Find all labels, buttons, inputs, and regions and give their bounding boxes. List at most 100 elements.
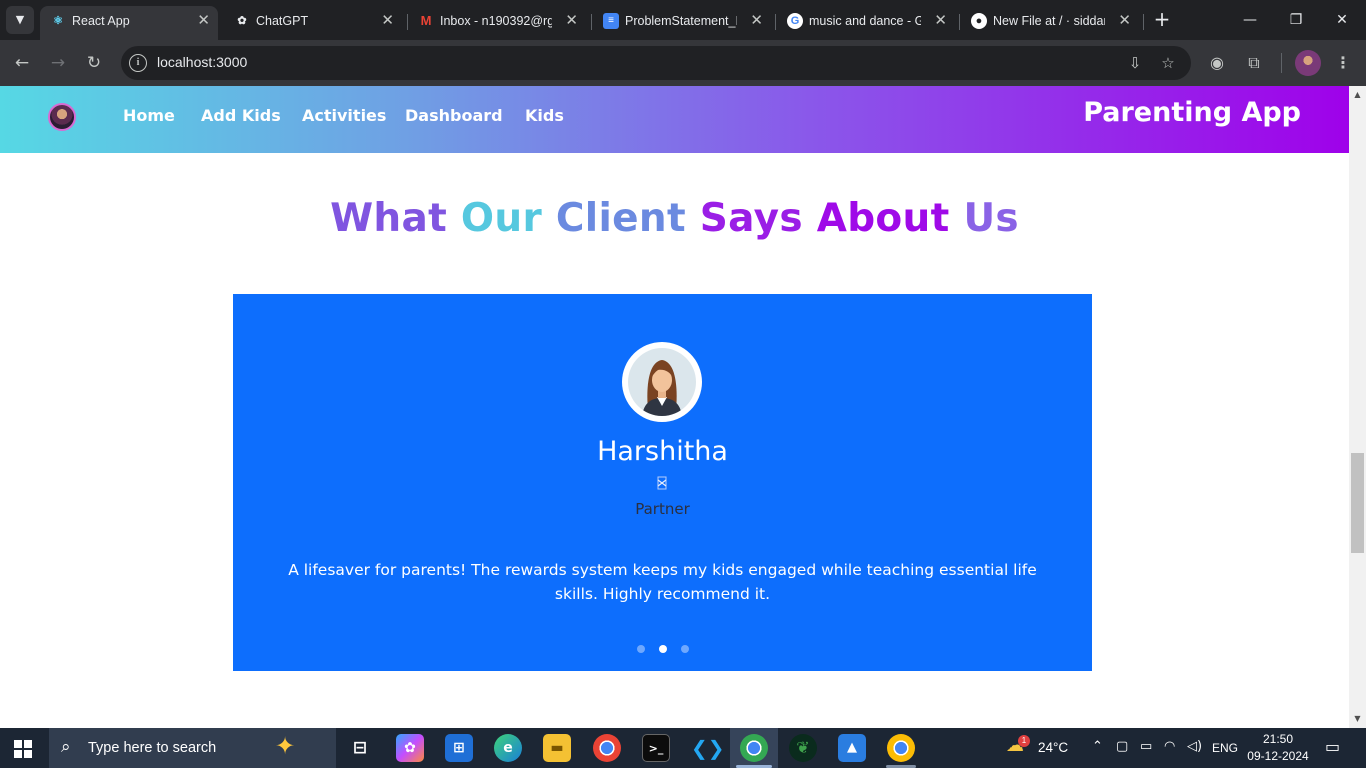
tab-title: ChatGPT xyxy=(256,14,309,28)
close-icon[interactable]: ✕ xyxy=(565,12,578,30)
chrome-profile-icon[interactable] xyxy=(740,734,768,762)
github-icon: ● xyxy=(971,13,987,29)
tab-google-search[interactable]: G music and dance - Go ✕ xyxy=(777,6,955,40)
search-icon: ⌕ xyxy=(61,737,71,757)
heading-word: Our xyxy=(460,196,542,241)
app-navbar: Home Add Kids Activities Dashboard Kids … xyxy=(0,86,1349,153)
photos-app-icon[interactable]: ▲ xyxy=(838,734,866,762)
tab-github[interactable]: ● New File at / · siddard ✕ xyxy=(961,6,1139,40)
show-hidden-icons-chevron-icon[interactable]: ⌃ xyxy=(1092,739,1103,754)
gmail-icon: M xyxy=(420,13,432,28)
client-photo xyxy=(622,342,702,422)
install-app-icon[interactable]: ⇩ xyxy=(1124,52,1146,74)
user-avatar[interactable] xyxy=(48,103,76,131)
tab-search-menu-button[interactable]: ▼ xyxy=(6,6,34,34)
reload-icon[interactable]: ↻ xyxy=(82,51,106,75)
nav-link-home[interactable]: Home xyxy=(123,106,175,125)
tab-title: ProblemStatement_III xyxy=(625,14,737,28)
tab-google-docs[interactable]: ≡ ProblemStatement_III ✕ xyxy=(593,6,771,40)
battery-icon[interactable]: ▭ xyxy=(1140,739,1152,754)
broken-image-icon xyxy=(657,476,667,490)
taskbar-search-placeholder: Type here to search xyxy=(88,740,217,756)
mongodb-compass-icon[interactable]: ❦ xyxy=(789,734,817,762)
page-scrollbar[interactable] xyxy=(1349,86,1366,728)
forward-arrow-icon[interactable]: → xyxy=(46,51,70,75)
extensions-puzzle-icon[interactable]: ⧉ xyxy=(1242,51,1266,75)
edge-browser-icon[interactable]: e xyxy=(494,734,522,762)
heading-word: About xyxy=(816,196,950,241)
new-tab-button[interactable]: + xyxy=(1150,8,1174,32)
scrollbar-thumb[interactable] xyxy=(1351,453,1364,553)
carousel-indicator-1[interactable] xyxy=(636,645,645,653)
task-view-icon[interactable]: ⊟ xyxy=(346,734,374,762)
restore-button[interactable]: ❐ xyxy=(1273,8,1319,32)
taskbar-search-box[interactable]: ⌕ Type here to search ✦ xyxy=(49,728,336,768)
site-info-icon[interactable]: i xyxy=(129,54,147,72)
nav-link-add-kids[interactable]: Add Kids xyxy=(201,106,281,125)
react-icon: ⚛ xyxy=(53,15,63,27)
tab-react-app[interactable]: ⚛ React App ✕ xyxy=(40,6,218,40)
browser-menu-icon[interactable]: ⋮ xyxy=(1331,51,1355,75)
browser-toolbar: ← → ↻ i localhost:3000 ⇩ ☆ ◉ ⧉ ⋮ xyxy=(0,40,1366,86)
testimonial-carousel[interactable]: Harshitha Partner A lifesaver for parent… xyxy=(233,294,1092,671)
nav-link-kids[interactable]: Kids xyxy=(525,106,564,125)
heading-word: Says xyxy=(699,196,803,241)
app-brand-title[interactable]: Parenting App xyxy=(1083,97,1301,128)
testimonial-text: A lifesaver for parents! The rewards sys… xyxy=(288,561,1037,603)
windows-start-icon[interactable] xyxy=(14,740,32,758)
tab-title: React App xyxy=(72,14,130,28)
vscode-icon[interactable]: ❮❯ xyxy=(691,734,725,762)
copilot-sparkle-icon[interactable]: ✦ xyxy=(275,732,295,760)
profile-avatar-icon[interactable] xyxy=(1295,50,1321,76)
notification-center-icon[interactable]: ▭ xyxy=(1325,737,1340,756)
chatgpt-icon: ✿ xyxy=(237,15,247,27)
tab-separator xyxy=(959,14,960,30)
file-explorer-icon[interactable]: ▬ xyxy=(543,734,571,762)
tab-separator xyxy=(591,14,592,30)
chrome-secondary-icon[interactable] xyxy=(887,734,915,762)
tab-title: New File at / · siddard xyxy=(993,14,1105,28)
carousel-indicator-3[interactable] xyxy=(680,645,689,653)
browser-tab-strip: ▼ ⚛ React App ✕ ✿ ChatGPT ✕ M Inbox - n1… xyxy=(0,0,1366,40)
client-name: Harshitha xyxy=(597,436,728,467)
tab-gmail[interactable]: M Inbox - n190392@rgu ✕ xyxy=(408,6,586,40)
close-icon[interactable]: ✕ xyxy=(381,12,394,30)
close-icon[interactable]: ✕ xyxy=(750,12,763,30)
client-role: Partner xyxy=(635,500,690,518)
tab-separator xyxy=(775,14,776,30)
carousel-indicators xyxy=(233,645,1092,653)
terminal-icon[interactable]: >_ xyxy=(642,734,670,762)
testimonials-heading: What Our Client Says About Us xyxy=(0,196,1349,241)
close-icon[interactable]: ✕ xyxy=(934,12,947,30)
wifi-icon[interactable]: ◠ xyxy=(1164,739,1175,754)
nav-link-dashboard[interactable]: Dashboard xyxy=(405,106,503,125)
docs-icon: ≡ xyxy=(603,13,619,29)
scroll-down-arrow-icon[interactable]: ▼ xyxy=(1349,712,1366,726)
meet-now-icon[interactable]: ▢ xyxy=(1116,739,1128,754)
clock-time[interactable]: 21:50 xyxy=(1250,732,1306,746)
volume-icon[interactable]: ◁) xyxy=(1187,739,1202,754)
extension-avatar-icon[interactable]: ◉ xyxy=(1205,51,1229,75)
carousel-indicator-2[interactable] xyxy=(658,645,667,653)
tab-title: Inbox - n190392@rgu xyxy=(440,14,552,28)
tab-chatgpt[interactable]: ✿ ChatGPT ✕ xyxy=(224,6,402,40)
nav-link-activities[interactable]: Activities xyxy=(302,106,386,125)
window-close-button[interactable]: ✕ xyxy=(1319,8,1365,32)
back-arrow-icon[interactable]: ← xyxy=(10,51,34,75)
minimize-button[interactable]: — xyxy=(1227,8,1273,32)
scroll-up-arrow-icon[interactable]: ▲ xyxy=(1349,88,1366,102)
close-icon[interactable]: ✕ xyxy=(197,12,210,30)
toolbar-separator xyxy=(1281,53,1282,73)
address-bar[interactable]: i localhost:3000 ⇩ ☆ xyxy=(121,46,1191,80)
address-url[interactable]: localhost:3000 xyxy=(157,54,247,70)
chrome-icon[interactable] xyxy=(593,734,621,762)
input-language[interactable]: ENG xyxy=(1212,741,1238,755)
copilot-app-icon[interactable]: ✿ xyxy=(396,734,424,762)
tab-title: music and dance - Go xyxy=(809,14,921,28)
heading-word: Us xyxy=(963,196,1019,241)
clock-date[interactable]: 09-12-2024 xyxy=(1246,749,1310,763)
close-icon[interactable]: ✕ xyxy=(1118,12,1131,30)
bookmark-star-icon[interactable]: ☆ xyxy=(1157,52,1179,74)
microsoft-store-icon[interactable]: ⊞ xyxy=(445,734,473,762)
weather-temperature[interactable]: 24°C xyxy=(1038,740,1068,755)
